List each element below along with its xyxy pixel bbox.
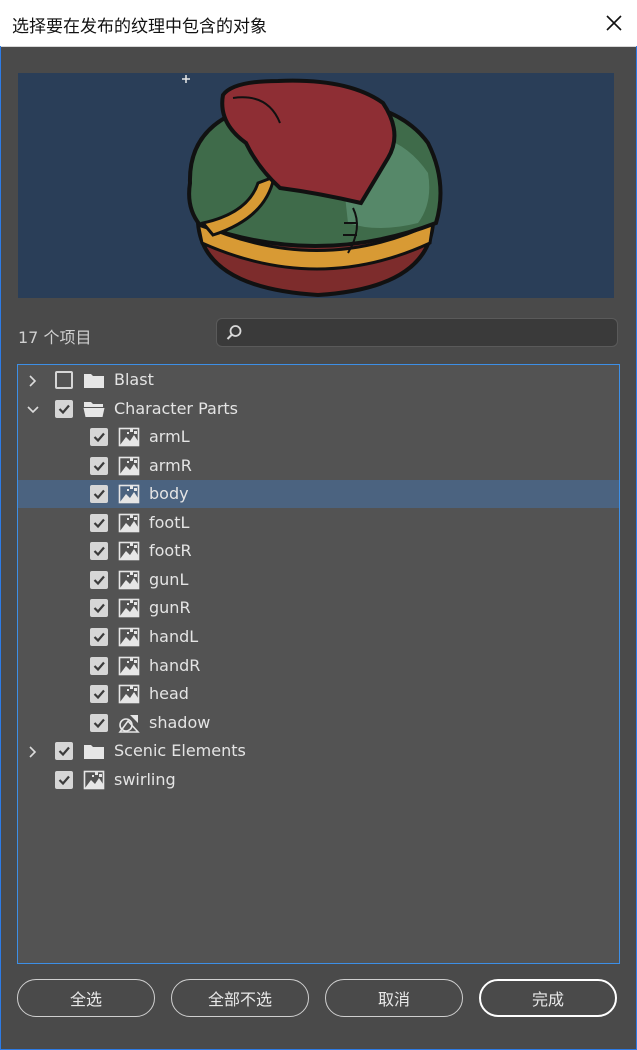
item-count: 17 个项目 xyxy=(18,328,92,347)
tree-item-label: handR xyxy=(149,655,201,675)
done-button[interactable]: 完成 xyxy=(479,979,617,1017)
bitmap-icon xyxy=(118,427,140,447)
tree-item-row[interactable]: handR xyxy=(18,652,619,680)
include-checkbox[interactable] xyxy=(55,371,73,389)
include-checkbox[interactable] xyxy=(90,456,108,475)
search-icon xyxy=(226,325,242,340)
tree-folder-row[interactable]: Character Parts xyxy=(18,395,619,423)
tree-item-label: footL xyxy=(149,512,190,532)
select-all-button[interactable]: 全选 xyxy=(17,979,155,1017)
bitmap-icon xyxy=(118,684,140,704)
tree-item-label: Scenic Elements xyxy=(114,741,246,761)
search-box[interactable] xyxy=(216,318,618,348)
tree-item-label: gunR xyxy=(149,598,191,618)
bitmap-icon xyxy=(118,598,140,618)
tree-item-label: Character Parts xyxy=(114,398,238,418)
bitmap-icon xyxy=(118,570,140,590)
include-checkbox[interactable] xyxy=(55,399,73,418)
graphic-symbol-icon xyxy=(118,713,140,733)
include-checkbox[interactable] xyxy=(90,428,108,447)
close-button[interactable] xyxy=(597,6,631,40)
tree-item-label: gunL xyxy=(149,569,189,589)
include-checkbox[interactable] xyxy=(55,742,73,761)
tree-item-label: armR xyxy=(149,455,192,475)
chevron-right-icon[interactable] xyxy=(26,373,40,387)
bitmap-icon xyxy=(118,656,140,676)
tree-item-row[interactable]: footL xyxy=(18,509,619,537)
bitmap-icon xyxy=(118,513,140,533)
bitmap-icon xyxy=(118,456,140,476)
tree-item-label: armL xyxy=(149,427,190,447)
select-none-button[interactable]: 全部不选 xyxy=(171,979,309,1017)
bitmap-icon xyxy=(83,770,105,790)
include-checkbox[interactable] xyxy=(90,570,108,589)
folder-icon xyxy=(83,741,105,761)
tree-item-label: swirling xyxy=(114,769,176,789)
tree-item-label: head xyxy=(149,684,189,704)
tree-item-label: Blast xyxy=(114,370,154,389)
preview-artwork xyxy=(182,75,443,298)
include-checkbox[interactable] xyxy=(90,627,108,646)
tree-item-label: footR xyxy=(149,541,192,561)
include-checkbox[interactable] xyxy=(90,485,108,504)
dialog-title: 选择要在发布的纹理中包含的对象 xyxy=(12,17,267,37)
chevron-right-icon[interactable] xyxy=(26,744,40,758)
close-icon xyxy=(606,15,622,31)
window-border-left xyxy=(0,46,1,1050)
tree-item-row[interactable]: shadow xyxy=(18,709,619,737)
bitmap-icon xyxy=(118,541,140,561)
tree-item-row[interactable]: gunL xyxy=(18,566,619,594)
texture-preview xyxy=(18,73,614,298)
chevron-down-icon[interactable] xyxy=(26,402,40,416)
tree-item-row[interactable]: swirling xyxy=(18,766,619,794)
include-checkbox[interactable] xyxy=(55,770,73,789)
include-checkbox[interactable] xyxy=(90,656,108,675)
title-bar: 选择要在发布的纹理中包含的对象 xyxy=(0,0,637,47)
tree-item-row[interactable]: head xyxy=(18,680,619,708)
tree-folder-row[interactable]: Blast xyxy=(18,366,619,394)
bitmap-icon xyxy=(118,627,140,647)
folder-icon xyxy=(83,370,105,390)
tree-item-label: shadow xyxy=(149,712,211,732)
folder-open-icon xyxy=(83,399,105,419)
tree-item-row[interactable]: footR xyxy=(18,537,619,565)
search-input[interactable] xyxy=(249,319,613,348)
cancel-button[interactable]: 取消 xyxy=(325,979,463,1017)
include-checkbox[interactable] xyxy=(90,599,108,618)
tree-item-row[interactable]: armL xyxy=(18,423,619,451)
include-checkbox[interactable] xyxy=(90,685,108,704)
tree-item-row[interactable]: gunR xyxy=(18,594,619,622)
include-checkbox[interactable] xyxy=(90,542,108,561)
include-checkbox[interactable] xyxy=(90,713,108,732)
bitmap-icon xyxy=(118,484,140,504)
tree-item-label: handL xyxy=(149,626,199,646)
tree-folder-row[interactable]: Scenic Elements xyxy=(18,737,619,765)
tree-item-row[interactable]: handL xyxy=(18,623,619,651)
tree-item-row[interactable]: body xyxy=(18,480,619,509)
include-checkbox[interactable] xyxy=(90,513,108,532)
tree-item-row[interactable]: armR xyxy=(18,452,619,480)
object-tree[interactable]: Blast Character Parts armL armR body footL foo… xyxy=(17,364,620,964)
tree-item-label: body xyxy=(149,484,189,504)
